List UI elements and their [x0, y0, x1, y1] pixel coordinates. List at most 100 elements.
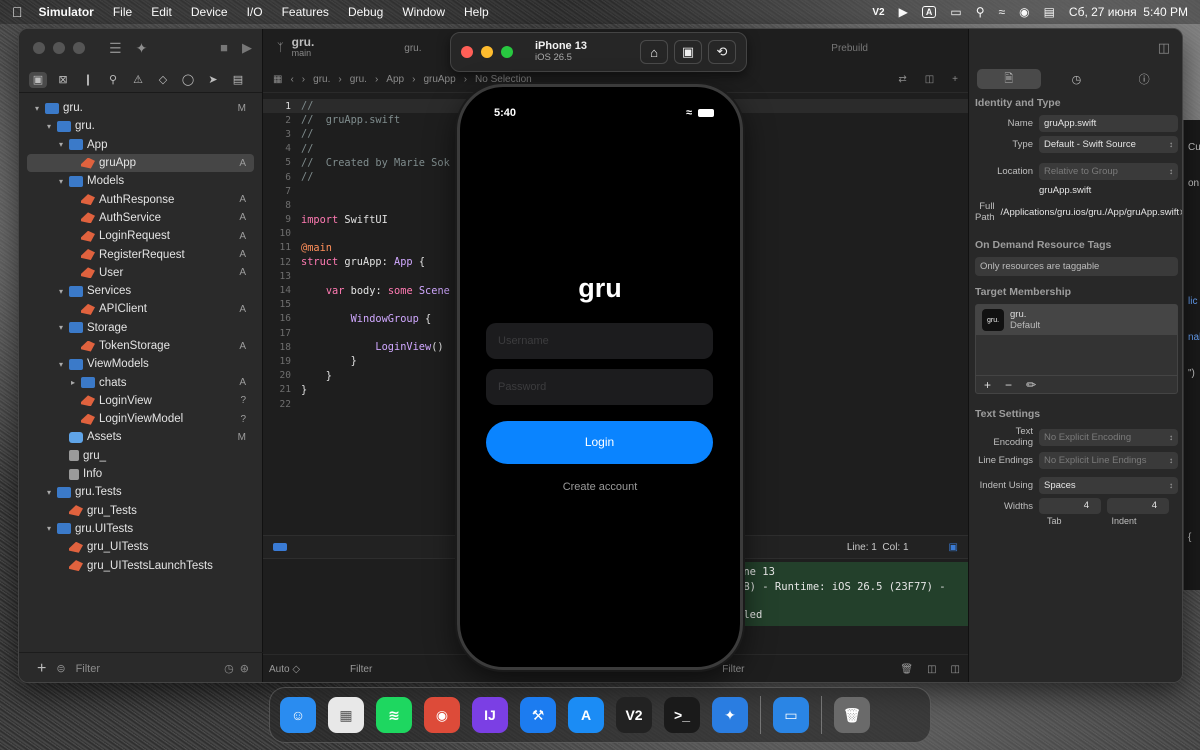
jump-item[interactable]: gru.	[313, 74, 330, 85]
battery-icon[interactable]: ▭	[950, 5, 961, 19]
input-source-icon[interactable]: A	[921, 6, 937, 18]
disclosure-chevron-icon[interactable]: ▾	[43, 488, 55, 497]
file-tree-item[interactable]: APIClient A	[27, 300, 254, 318]
disclosure-chevron-icon[interactable]: ▾	[55, 177, 67, 186]
dock-app-chrome-icon[interactable]: ◉	[424, 697, 460, 733]
wifi-icon[interactable]: ≈	[999, 5, 1006, 19]
disclosure-chevron-icon[interactable]: ▾	[55, 323, 67, 332]
remove-target-icon[interactable]: −	[1005, 378, 1012, 392]
file-tree-item[interactable]: AuthService A	[27, 209, 254, 227]
edit-target-icon[interactable]: ✏	[1026, 378, 1036, 392]
create-account-link[interactable]: Create account	[460, 481, 740, 493]
sim-minimize-button[interactable]	[481, 46, 493, 58]
jump-item[interactable]: App	[386, 74, 404, 85]
file-tree-item[interactable]: gru_UITests	[27, 538, 254, 556]
stop-icon[interactable]: ■	[220, 40, 228, 56]
panel-right-icon[interactable]: ◫	[951, 664, 960, 675]
report-icon[interactable]: ▤	[229, 72, 247, 88]
file-tree-item[interactable]: ▾ gru.Tests	[27, 483, 254, 501]
dock-app-terminal-icon[interactable]: >_	[664, 697, 700, 733]
variables-filter[interactable]: Filter	[350, 664, 372, 675]
type-select[interactable]: Default - Swift Source ↕	[1039, 136, 1178, 153]
file-tree-item[interactable]: User A	[27, 264, 254, 282]
debug-icon[interactable]: ◯	[179, 72, 197, 88]
sim-zoom-button[interactable]	[501, 46, 513, 58]
recent-files-icon[interactable]: ◷	[224, 662, 234, 675]
tab-width-stepper[interactable]: 4	[1039, 498, 1101, 514]
auto-selector[interactable]: Auto ◇	[269, 664, 300, 675]
dock-app-launchpad-icon[interactable]: ▦	[328, 697, 364, 733]
jump-item[interactable]: gruApp	[423, 74, 455, 85]
add-icon[interactable]: +	[37, 660, 46, 678]
menu-debug[interactable]: Debug	[348, 5, 383, 19]
disclosure-chevron-icon[interactable]: ▸	[67, 378, 79, 387]
disclosure-chevron-icon[interactable]: ▾	[55, 287, 67, 296]
dock-app-intellij-icon[interactable]: IJ	[472, 697, 508, 733]
file-tree-item[interactable]: RegisterRequest A	[27, 245, 254, 263]
source-control-icon[interactable]: ⊠	[54, 72, 72, 88]
scheme-tab[interactable]: gru.	[404, 43, 421, 54]
project-name[interactable]: gru.	[292, 36, 315, 48]
add-target-icon[interactable]: +	[984, 378, 991, 392]
navigator-filter-input[interactable]: Filter	[76, 663, 100, 675]
file-tree-item[interactable]: LoginRequest A	[27, 227, 254, 245]
file-tree-item[interactable]: ▸ chats A	[27, 373, 254, 391]
indent-width-stepper[interactable]: 4	[1107, 498, 1169, 514]
layout-icon[interactable]: ▣	[949, 542, 958, 553]
file-tree-item[interactable]: gru_	[27, 447, 254, 465]
menu-window[interactable]: Window	[402, 5, 445, 19]
test-icon[interactable]: ◇	[154, 72, 172, 88]
file-tree-item[interactable]: Assets M	[27, 428, 254, 446]
help-icon[interactable]: ⓘ	[1112, 69, 1176, 89]
history-icon[interactable]: ◷	[1044, 69, 1108, 89]
dock-app-finder-icon[interactable]: ☺	[280, 697, 316, 733]
dock-app-spotify-icon[interactable]: ≋	[376, 697, 412, 733]
file-tree-item[interactable]: TokenStorage A	[27, 337, 254, 355]
sidebar-toggle-icon[interactable]: ☰	[109, 40, 122, 57]
trash-icon[interactable]: 🗑	[900, 664, 913, 675]
file-tree-item[interactable]: ▾ gru.UITests	[27, 520, 254, 538]
name-field[interactable]: gruApp.swift	[1039, 115, 1178, 132]
indent-select[interactable]: Spaces ↕	[1039, 477, 1178, 494]
file-tree-item[interactable]: gruApp A	[27, 153, 254, 173]
add-editor-icon[interactable]: +	[952, 74, 958, 85]
close-button[interactable]	[33, 42, 45, 54]
dock-app-xcode-icon[interactable]: ⚒	[520, 697, 556, 733]
menu-io[interactable]: I/O	[247, 5, 263, 19]
file-tree-item[interactable]: ▾ Services	[27, 282, 254, 300]
menu-datetime[interactable]: Сб, 27 июня 5:40 PM	[1069, 5, 1188, 19]
split-editor-icon[interactable]: ◫	[925, 74, 934, 85]
menu-edit[interactable]: Edit	[151, 5, 172, 19]
siri-icon[interactable]: ◉	[1019, 5, 1029, 19]
home-icon[interactable]: ⌂	[640, 40, 668, 64]
menu-app-name[interactable]: Simulator	[39, 5, 94, 19]
menu-help[interactable]: Help	[464, 5, 489, 19]
reveal-arrow-icon[interactable]: ➤	[1179, 207, 1182, 218]
menu-features[interactable]: Features	[282, 5, 329, 19]
file-tree-item[interactable]: AuthResponse A	[27, 190, 254, 208]
find-icon[interactable]: ⚲	[104, 72, 122, 88]
file-tree-item[interactable]: gru_Tests	[27, 502, 254, 520]
rotate-icon[interactable]: ⟲	[708, 40, 736, 64]
disclosure-chevron-icon[interactable]: ▾	[55, 360, 67, 369]
location-select[interactable]: Relative to Group ↕	[1039, 163, 1178, 180]
file-tree-item[interactable]: Info	[27, 465, 254, 483]
play-icon[interactable]: ▶	[899, 5, 908, 19]
grid-icon[interactable]: ▦	[273, 74, 282, 85]
file-tree-item[interactable]: ▾ ViewModels	[27, 355, 254, 373]
forward-icon[interactable]: ›	[302, 74, 305, 85]
scm-filter-icon[interactable]: ⊛	[240, 662, 249, 675]
disclosure-chevron-icon[interactable]: ▾	[43, 524, 55, 533]
menu-device[interactable]: Device	[191, 5, 228, 19]
file-tree-item[interactable]: ▾ App	[27, 136, 254, 154]
dock-app-app-store-icon[interactable]: A	[568, 697, 604, 733]
target-row[interactable]: gru. gru. Default	[976, 305, 1177, 335]
encoding-select[interactable]: No Explicit Encoding ↕	[1039, 428, 1178, 446]
folder-tab-icon[interactable]: ▣	[29, 71, 47, 88]
file-tree-item[interactable]: LoginView?	[27, 392, 254, 410]
file-tree-item[interactable]: gru_UITestsLaunchTests	[27, 556, 254, 574]
sim-close-button[interactable]	[461, 46, 473, 58]
bookmark-icon[interactable]: ❙	[79, 72, 97, 88]
disclosure-chevron-icon[interactable]: ▾	[43, 122, 55, 131]
dock-app-safari-icon[interactable]: ✦	[712, 697, 748, 733]
